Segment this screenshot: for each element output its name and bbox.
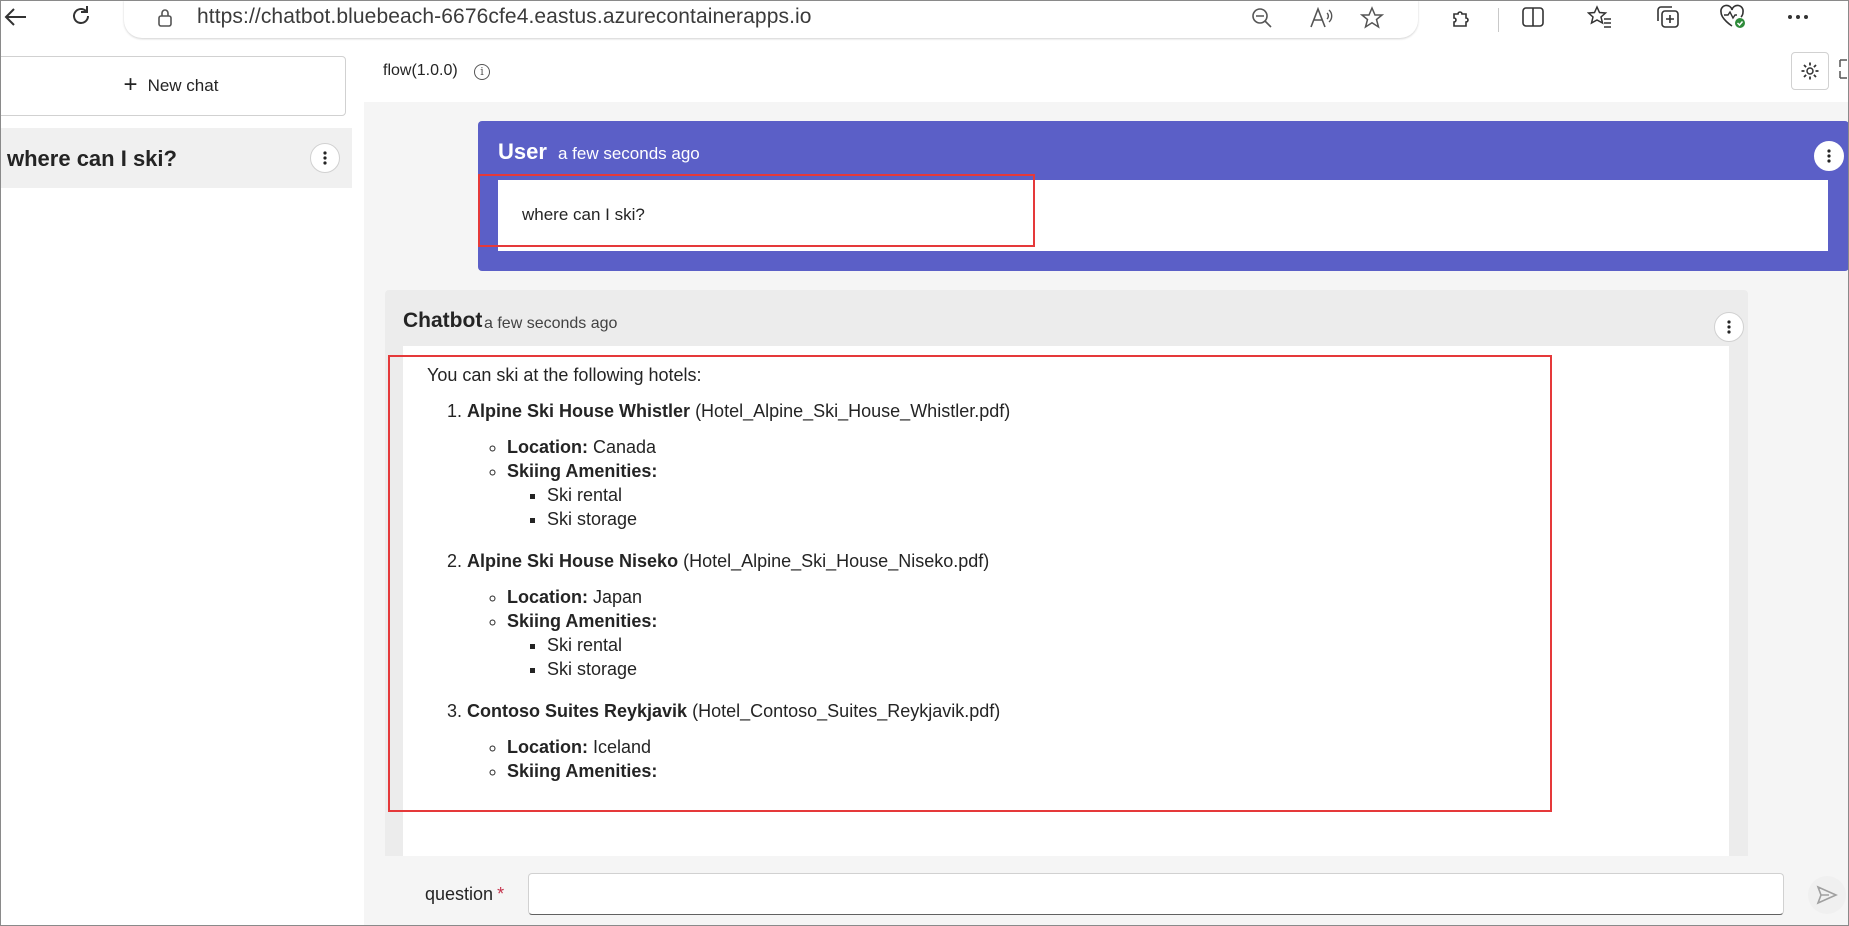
read-aloud-icon[interactable] xyxy=(1308,5,1334,31)
refresh-icon[interactable] xyxy=(66,1,96,31)
bot-message-time: a few seconds ago xyxy=(484,315,618,332)
favorites-icon[interactable] xyxy=(1585,2,1615,32)
flow-label: flow(1.0.0) xyxy=(383,62,458,79)
user-message-author: User xyxy=(498,139,547,164)
required-mark: * xyxy=(497,884,505,904)
hotel-list-item: Contoso Suites Reykjavik (Hotel_Contoso_… xyxy=(467,699,1010,783)
back-icon[interactable] xyxy=(2,3,30,31)
sidebar-item-session[interactable]: where can I ski? xyxy=(0,128,352,188)
question-input[interactable] xyxy=(528,873,1784,915)
bot-message-body: You can ski at the following hotels: Alp… xyxy=(403,346,1729,856)
send-button[interactable] xyxy=(1808,876,1846,914)
hotel-location: Location: Japan xyxy=(507,585,1010,609)
expand-icon[interactable] xyxy=(1838,58,1849,85)
chat-messages-area[interactable]: User a few seconds ago where can I ski? … xyxy=(364,102,1849,856)
url-text[interactable]: https://chatbot.bluebeach-6676cfe4.eastu… xyxy=(197,5,812,29)
favorite-star-icon[interactable] xyxy=(1358,4,1386,32)
hotel-location: Location: Iceland xyxy=(507,735,1010,759)
bot-message-content: You can ski at the following hotels: Alp… xyxy=(427,363,1010,801)
hotel-list-item: Alpine Ski House Whistler (Hotel_Alpine_… xyxy=(467,399,1010,531)
user-message-card: User a few seconds ago where can I ski? xyxy=(478,121,1849,271)
info-icon[interactable]: i xyxy=(474,64,490,80)
user-message-more-button[interactable] xyxy=(1814,141,1844,171)
split-screen-icon[interactable] xyxy=(1518,2,1548,32)
plus-icon: + xyxy=(123,71,138,98)
send-icon xyxy=(1816,885,1838,905)
bot-message-card: Chatbot a few seconds ago You can ski at… xyxy=(385,290,1748,856)
browser-essentials-icon[interactable] xyxy=(1717,2,1749,32)
gear-icon xyxy=(1801,62,1819,80)
extensions-icon[interactable] xyxy=(1447,2,1477,32)
more-icon[interactable] xyxy=(1782,2,1814,32)
new-chat-label: New chat xyxy=(147,76,219,95)
lock-icon[interactable] xyxy=(154,6,176,30)
hotel-list-item: Alpine Ski House Niseko (Hotel_Alpine_Sk… xyxy=(467,549,1010,681)
hotel-list: Alpine Ski House Whistler (Hotel_Alpine_… xyxy=(427,399,1010,783)
user-message-time: a few seconds ago xyxy=(558,144,700,163)
hotel-source: (Hotel_Alpine_Ski_House_Niseko.pdf) xyxy=(683,551,990,571)
toolbar-divider xyxy=(1498,8,1499,32)
question-input-row: question * xyxy=(364,856,1849,926)
browser-toolbar: https://chatbot.bluebeach-6676cfe4.eastu… xyxy=(0,0,1849,44)
hotel-source: (Hotel_Alpine_Ski_House_Whistler.pdf) xyxy=(695,401,1011,421)
zoom-out-icon[interactable] xyxy=(1249,5,1275,31)
new-chat-button[interactable]: + New chat xyxy=(0,56,346,116)
chat-sidebar: + New chat where can I ski? xyxy=(0,44,364,926)
hotel-name: Alpine Ski House Whistler xyxy=(467,401,691,421)
amenity-item: Ski rental xyxy=(547,483,1010,507)
hotel-source: (Hotel_Contoso_Suites_Reykjavik.pdf) xyxy=(692,701,1001,721)
chat-main: flow(1.0.0) i User a few seconds ago whe… xyxy=(364,44,1849,926)
bot-message-author: Chatbot xyxy=(403,309,483,332)
amenity-item: Ski storage xyxy=(547,507,1010,531)
collections-icon[interactable] xyxy=(1653,2,1683,32)
user-message-text: where can I ski? xyxy=(522,205,645,224)
bot-intro-text: You can ski at the following hotels: xyxy=(427,365,702,385)
hotel-amenities: Skiing Amenities: Ski rental Ski storage xyxy=(507,609,1010,681)
question-label: question * xyxy=(425,884,505,904)
bot-message-more-button[interactable] xyxy=(1714,312,1744,342)
hotel-name: Alpine Ski House Niseko xyxy=(467,551,679,571)
address-bar[interactable]: https://chatbot.bluebeach-6676cfe4.eastu… xyxy=(124,0,1418,38)
session-title: where can I ski? xyxy=(7,146,177,171)
settings-button[interactable] xyxy=(1791,52,1829,90)
hotel-amenities: Skiing Amenities: xyxy=(507,759,1010,783)
hotel-location: Location: Canada xyxy=(507,435,1010,459)
session-more-button[interactable] xyxy=(310,143,340,173)
hotel-amenities: Skiing Amenities: Ski rental Ski storage xyxy=(507,459,1010,531)
amenity-item: Ski storage xyxy=(547,657,1010,681)
amenity-item: Ski rental xyxy=(547,633,1010,657)
user-message-body: where can I ski? xyxy=(498,180,1828,251)
hotel-name: Contoso Suites Reykjavik xyxy=(467,701,688,721)
